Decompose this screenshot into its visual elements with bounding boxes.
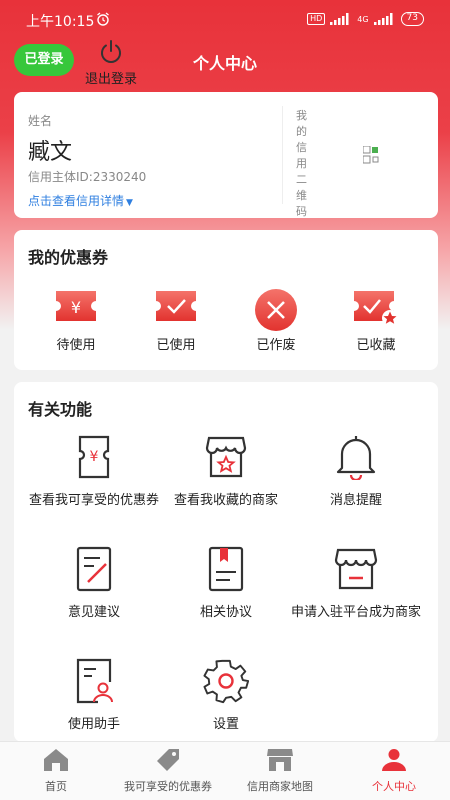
coupon-favorited[interactable]: 已收藏 bbox=[336, 288, 416, 353]
page-title: 个人中心 bbox=[192, 54, 257, 73]
func-fav-merchants[interactable]: 查看我收藏的商家 bbox=[156, 434, 296, 510]
qr-code-image[interactable] bbox=[363, 146, 379, 164]
signal-icon bbox=[330, 13, 349, 25]
shop-apply-icon bbox=[334, 548, 378, 590]
battery-indicator: 73 bbox=[400, 12, 424, 26]
func-agreements[interactable]: 相关协议 bbox=[156, 546, 296, 622]
func-fav-merchants-label: 查看我收藏的商家 bbox=[173, 493, 278, 508]
nav-merchant-map[interactable]: 信用商家地图 bbox=[224, 748, 336, 794]
func-settings-label: 设置 bbox=[212, 717, 239, 732]
bell-icon bbox=[336, 436, 376, 480]
store-map-icon bbox=[267, 749, 293, 771]
status-indicators: HD 4G 73 bbox=[307, 12, 424, 26]
credit-id: 信用主体ID:2330240 bbox=[28, 170, 147, 184]
nav-profile[interactable]: 个人中心 bbox=[338, 748, 450, 794]
nav-coupons[interactable]: 我可享受的优惠券 bbox=[112, 748, 224, 794]
nav-home-label: 首页 bbox=[45, 780, 67, 793]
settings-gear-icon bbox=[203, 659, 249, 704]
coupon-pending-label: 待使用 bbox=[56, 338, 96, 353]
func-merchant-apply[interactable]: 申请入驻平台成为商家 bbox=[286, 546, 426, 622]
status-time: 上午10:15 bbox=[26, 14, 95, 30]
yen-ticket-icon: ¥ bbox=[56, 291, 96, 321]
coupons-card: 我的优惠券 ¥ 待使用 已使用 已作废 已收藏 bbox=[14, 230, 438, 370]
signal-icon-2 bbox=[373, 13, 393, 25]
coupon-void[interactable]: 已作废 bbox=[236, 288, 316, 353]
alarm-icon bbox=[97, 12, 109, 26]
functions-title: 有关功能 bbox=[28, 400, 93, 419]
func-settings[interactable]: 设置 bbox=[156, 658, 296, 734]
func-assistant[interactable]: 使用助手 bbox=[24, 658, 164, 734]
functions-card: 有关功能 ¥ 查看我可享受的优惠券 查看我收藏的商家 消息提醒 意见建议 相关协… bbox=[14, 382, 438, 742]
func-merchant-apply-label: 申请入驻平台成为商家 bbox=[290, 605, 421, 620]
name-label: 姓名 bbox=[28, 114, 53, 128]
coupon-favorited-label: 已收藏 bbox=[356, 338, 396, 353]
func-notifications-label: 消息提醒 bbox=[329, 493, 382, 508]
hd-badge: HD bbox=[307, 13, 326, 25]
svg-text:¥: ¥ bbox=[71, 298, 81, 317]
coupon-phone-icon: ¥ bbox=[78, 435, 110, 479]
coupon-used[interactable]: 已使用 bbox=[136, 288, 216, 353]
agreement-icon bbox=[208, 546, 244, 592]
void-circle-icon bbox=[255, 289, 297, 331]
person-icon bbox=[382, 749, 406, 771]
home-icon bbox=[44, 749, 68, 771]
func-notifications[interactable]: 消息提醒 bbox=[286, 434, 426, 510]
func-my-coupons[interactable]: ¥ 查看我可享受的优惠券 bbox=[24, 434, 164, 510]
coupon-void-label: 已作废 bbox=[256, 338, 296, 353]
func-assistant-label: 使用助手 bbox=[67, 717, 120, 732]
nav-merchant-map-label: 信用商家地图 bbox=[247, 780, 313, 793]
coupons-title: 我的优惠券 bbox=[28, 248, 109, 267]
caret-down-icon: ▼ bbox=[126, 198, 133, 208]
func-agreements-label: 相关协议 bbox=[199, 605, 252, 620]
func-my-coupons-label: 查看我可享受的优惠券 bbox=[28, 493, 159, 508]
check-ticket-icon bbox=[156, 291, 196, 321]
bottom-navigation: 首页 我可享受的优惠券 信用商家地图 个人中心 bbox=[0, 741, 450, 800]
coupon-pending[interactable]: ¥ 待使用 bbox=[36, 288, 116, 353]
tag-icon bbox=[157, 749, 179, 771]
func-feedback[interactable]: 意见建议 bbox=[24, 546, 164, 622]
network-type: 4G bbox=[357, 14, 369, 24]
coupon-used-label: 已使用 bbox=[156, 338, 196, 353]
feedback-icon bbox=[76, 546, 112, 592]
status-bar: 上午10:15 HD 4G 73 bbox=[0, 0, 450, 40]
card-divider bbox=[282, 106, 283, 204]
star-ticket-icon bbox=[354, 291, 398, 326]
qr-label: 我的信用二维码 bbox=[296, 109, 307, 218]
assistant-icon bbox=[76, 658, 113, 704]
credit-details-link[interactable]: 点击查看信用详情 ▼ bbox=[28, 192, 133, 209]
func-feedback-label: 意见建议 bbox=[67, 605, 120, 620]
svg-text:¥: ¥ bbox=[90, 449, 99, 465]
credit-link-text: 点击查看信用详情 bbox=[28, 194, 125, 208]
nav-profile-label: 个人中心 bbox=[372, 780, 416, 793]
nav-home[interactable]: 首页 bbox=[0, 748, 112, 794]
nav-coupons-label: 我可享受的优惠券 bbox=[124, 780, 212, 793]
user-name: 臧文 bbox=[28, 140, 73, 165]
store-star-icon bbox=[205, 436, 247, 478]
